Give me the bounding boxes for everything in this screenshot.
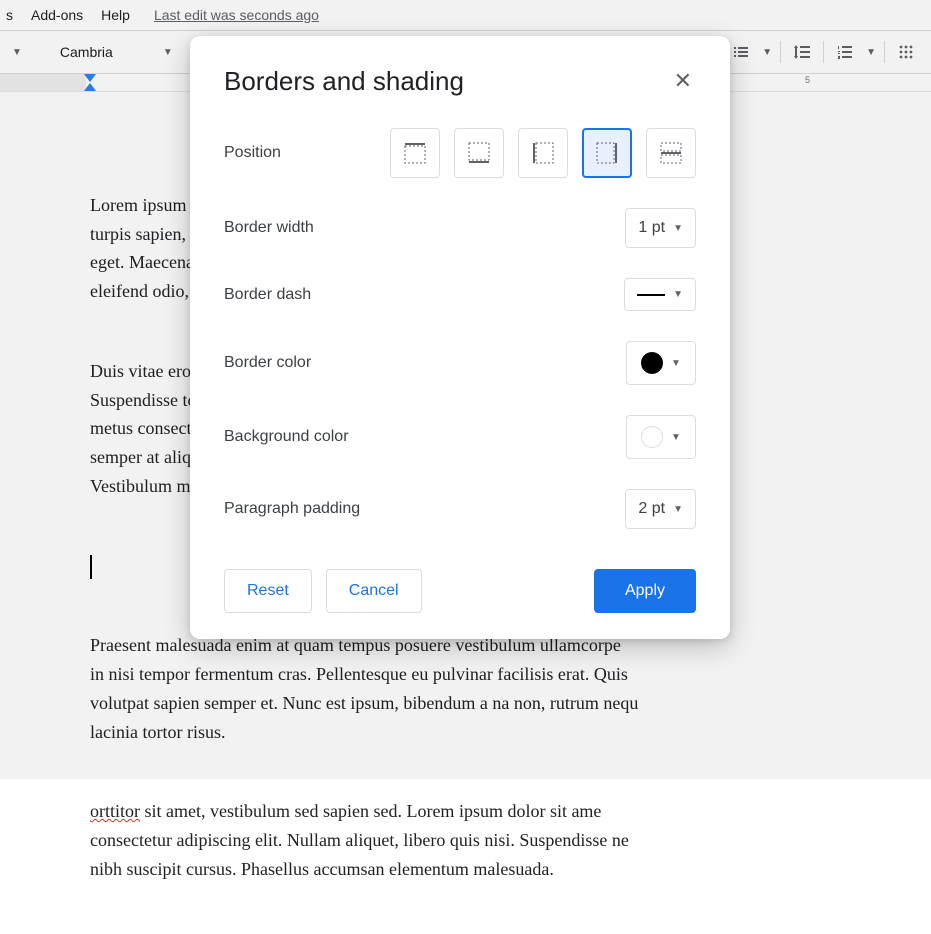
position-between[interactable] bbox=[646, 128, 696, 178]
spelling-error[interactable]: orttitor bbox=[90, 801, 140, 821]
checklist-icon[interactable] bbox=[728, 39, 754, 65]
dash-solid-icon bbox=[637, 294, 665, 296]
dialog-title: Borders and shading bbox=[224, 66, 464, 97]
paragraph: Praesent malesuada enim at quam tempus p… bbox=[90, 631, 931, 746]
last-edit-link[interactable]: Last edit was seconds ago bbox=[154, 7, 319, 23]
position-top[interactable] bbox=[390, 128, 440, 178]
label-background-color: Background color bbox=[224, 428, 349, 446]
chevron-down-icon: ▼ bbox=[671, 432, 681, 443]
separator bbox=[884, 41, 885, 63]
chevron-down-icon: ▼ bbox=[673, 504, 683, 515]
chevron-down-icon: ▼ bbox=[673, 223, 683, 234]
label-paragraph-padding: Paragraph padding bbox=[224, 500, 360, 518]
chevron-down-icon[interactable]: ▼ bbox=[866, 47, 876, 58]
color-swatch-none bbox=[641, 426, 663, 448]
background-color-dropdown[interactable]: ▼ bbox=[626, 415, 696, 459]
label-border-color: Border color bbox=[224, 354, 311, 372]
text-cursor bbox=[90, 555, 92, 579]
cancel-button[interactable]: Cancel bbox=[326, 569, 422, 613]
separator bbox=[823, 41, 824, 63]
separator bbox=[780, 41, 781, 63]
chevron-down-icon[interactable]: ▼ bbox=[762, 47, 772, 58]
position-left[interactable] bbox=[518, 128, 568, 178]
border-width-value: 1 pt bbox=[638, 219, 665, 237]
position-bottom[interactable] bbox=[454, 128, 504, 178]
border-color-dropdown[interactable]: ▼ bbox=[626, 341, 696, 385]
chevron-down-icon: ▼ bbox=[163, 47, 173, 58]
border-width-dropdown[interactable]: 1 pt ▼ bbox=[625, 208, 696, 248]
paragraph-padding-dropdown[interactable]: 2 pt ▼ bbox=[625, 489, 696, 529]
label-position: Position bbox=[224, 144, 281, 162]
menu-item[interactable]: s bbox=[6, 7, 13, 23]
menubar: s Add-ons Help Last edit was seconds ago bbox=[0, 0, 931, 30]
label-border-width: Border width bbox=[224, 219, 314, 237]
apply-button[interactable]: Apply bbox=[594, 569, 696, 613]
border-dash-dropdown[interactable]: ▼ bbox=[624, 278, 696, 311]
styles-dropdown-icon[interactable]: ▼ bbox=[12, 47, 22, 58]
close-icon[interactable]: ✕ bbox=[670, 64, 696, 98]
font-name: Cambria bbox=[60, 44, 113, 60]
color-swatch-black bbox=[641, 352, 663, 374]
paragraph-padding-value: 2 pt bbox=[638, 500, 665, 518]
position-options bbox=[390, 128, 696, 178]
chevron-down-icon: ▼ bbox=[671, 358, 681, 369]
menu-item-addons[interactable]: Add-ons bbox=[31, 7, 83, 23]
more-icon[interactable] bbox=[893, 39, 919, 65]
reset-button[interactable]: Reset bbox=[224, 569, 312, 613]
menu-item-help[interactable]: Help bbox=[101, 7, 130, 23]
font-dropdown[interactable]: Cambria ▼ bbox=[52, 40, 181, 64]
ruler-number: 5 bbox=[805, 75, 810, 85]
numbered-list-icon[interactable] bbox=[832, 39, 858, 65]
paragraph: orttitor sit amet, vestibulum sed sapien… bbox=[90, 797, 931, 883]
chevron-down-icon: ▼ bbox=[673, 289, 683, 300]
position-right[interactable] bbox=[582, 128, 632, 178]
label-border-dash: Border dash bbox=[224, 286, 311, 304]
borders-shading-dialog: Borders and shading ✕ Position Border wi… bbox=[190, 36, 730, 639]
line-spacing-icon[interactable] bbox=[789, 39, 815, 65]
